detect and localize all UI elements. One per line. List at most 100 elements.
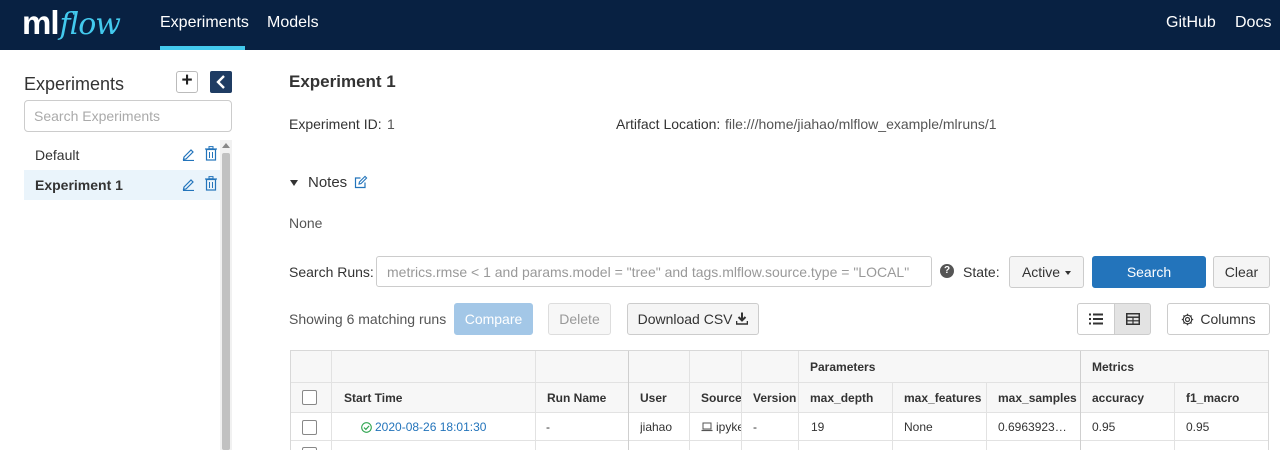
scrollbar-thumb[interactable] [222,153,230,450]
columns-label: Columns [1200,311,1256,327]
notes-content: None [289,215,323,231]
edit-notes-icon[interactable] [354,175,368,189]
search-button[interactable]: Search [1092,256,1206,288]
notes-label[interactable]: Notes [308,174,347,191]
experiment-list: Default Experiment 1 [24,140,220,450]
column-divider[interactable] [741,351,742,450]
check-circle-icon [361,422,372,433]
column-divider[interactable] [331,351,332,450]
row-select-checkbox[interactable] [302,420,317,435]
f1-macro-cell: 0.95 [1186,420,1210,434]
parameters-group-header: Parameters [810,360,876,374]
chevron-left-icon [216,75,225,89]
source-text: ipykernel [716,420,741,434]
list-view-icon [1089,313,1103,325]
column-divider[interactable] [892,383,893,450]
collapse-sidebar-button[interactable] [210,71,232,93]
column-header-version[interactable]: Version [753,391,796,405]
logo-flow-text: flow [59,7,121,42]
sidebar-title: Experiments [24,74,125,94]
experiment-id-label: Experiment ID: [289,116,382,132]
column-header-f1-macro[interactable]: f1_macro [1186,391,1239,405]
max-depth-cell: 19 [811,420,825,434]
table-group-header-row: Parameters Metrics [291,351,1268,383]
trash-icon[interactable] [205,146,217,161]
column-header-max-features[interactable]: max_features [904,391,981,405]
experiment-item-default[interactable]: Default [24,140,220,170]
artifact-location-value: file:///home/jiahao/mlflow_example/mlrun… [725,116,997,132]
runs-table: Parameters Metrics Start Time Run Name U… [290,350,1269,450]
max-samples-cell: 0.6963923… [998,420,1067,434]
laptop-icon [701,422,713,432]
notes-collapse-caret-icon[interactable] [290,180,298,186]
run-name-cell: - [546,420,550,434]
table-row[interactable] [291,441,1268,450]
chevron-down-icon [1065,271,1072,276]
max-features-cell: None [904,420,933,434]
column-header-accuracy[interactable]: accuracy [1092,391,1144,405]
top-navbar: mlflow Experiments Models GitHub Docs [0,0,1280,50]
matching-runs-count: Showing 6 matching runs [289,311,447,327]
state-label: State: [963,264,1000,280]
sidebar-scrollbar[interactable] [220,140,232,450]
column-divider[interactable] [535,351,536,450]
artifact-location-label: Artifact Location: [616,116,721,132]
search-experiments-input[interactable] [24,100,232,132]
mlflow-logo[interactable]: mlflow [22,4,121,44]
column-header-max-depth[interactable]: max_depth [810,391,873,405]
column-divider[interactable] [798,351,799,450]
select-all-checkbox[interactable] [302,390,317,405]
compare-button[interactable]: Compare [454,303,533,335]
accuracy-cell: 0.95 [1092,420,1116,434]
column-divider[interactable] [628,351,629,450]
columns-button[interactable]: Columns [1167,303,1270,335]
search-runs-label: Search Runs: [289,264,374,280]
experiment-item-label: Experiment 1 [35,177,123,193]
column-divider[interactable] [689,351,690,450]
gear-icon [1182,313,1194,326]
table-view-toggle[interactable] [1114,303,1151,335]
nav-docs[interactable]: Docs [1235,14,1271,32]
start-time-cell: 2020-08-26 18:01:30 [361,420,486,434]
delete-button[interactable]: Delete [548,303,611,335]
experiment-item-experiment-1[interactable]: Experiment 1 [24,170,220,200]
nav-models[interactable]: Models [267,14,319,32]
search-runs-input[interactable] [376,256,932,287]
download-csv-button[interactable]: Download CSV [627,303,759,335]
experiment-title: Experiment 1 [289,72,396,91]
column-header-run-name[interactable]: Run Name [547,391,606,405]
logo-ml-text: ml [22,4,60,41]
clear-button[interactable]: Clear [1213,256,1270,288]
experiment-item-label: Default [35,147,80,163]
metrics-group-header: Metrics [1092,360,1135,374]
download-icon [736,312,749,325]
column-divider[interactable] [986,383,987,450]
edit-icon[interactable] [182,177,195,191]
nav-active-indicator [160,46,245,50]
column-header-start-time[interactable]: Start Time [344,391,402,405]
experiment-id-value: 1 [387,116,395,132]
scroll-up-icon[interactable] [222,143,230,148]
user-cell: jiahao [640,420,673,434]
help-icon[interactable]: ? [940,264,954,278]
column-header-max-samples[interactable]: max_samples [998,391,1077,405]
column-header-user[interactable]: User [640,391,667,405]
nav-github[interactable]: GitHub [1166,14,1216,32]
run-link[interactable]: 2020-08-26 18:01:30 [375,420,486,434]
table-view-icon [1126,313,1140,325]
trash-icon[interactable] [205,176,217,191]
edit-icon[interactable] [182,147,195,161]
nav-experiments[interactable]: Experiments [160,14,249,32]
add-experiment-button[interactable]: + [176,71,198,93]
table-row[interactable]: 2020-08-26 18:01:30 - jiahao ipykernel -… [291,413,1268,441]
version-cell: - [753,420,757,434]
state-dropdown[interactable]: Active [1009,256,1084,288]
list-view-toggle[interactable] [1077,303,1115,335]
state-dropdown-value: Active [1021,264,1061,280]
column-divider[interactable] [1080,351,1081,450]
download-csv-label: Download CSV [637,311,733,327]
column-divider[interactable] [1174,383,1175,450]
source-cell[interactable]: ipykernel [701,420,741,434]
column-header-source[interactable]: Source [701,391,742,405]
table-header-row: Start Time Run Name User Source Version … [291,383,1268,413]
